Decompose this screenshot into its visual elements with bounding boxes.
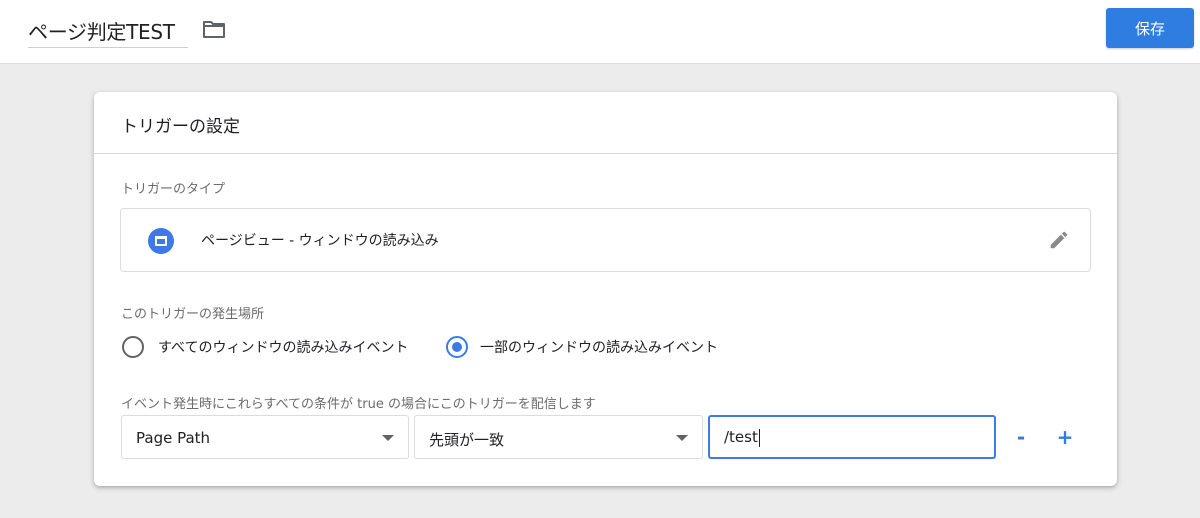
variable-select[interactable]: Page Path: [121, 415, 409, 459]
pencil-icon[interactable]: [1048, 229, 1070, 251]
folder-icon[interactable]: [202, 19, 226, 39]
trigger-type-value: ページビュー - ウィンドウの読み込み: [201, 233, 439, 249]
trigger-type-selector[interactable]: ページビュー - ウィンドウの読み込み: [120, 208, 1091, 272]
radio-label: 一部のウィンドウの読み込みイベント: [480, 340, 718, 356]
card-header: トリガーの設定: [94, 92, 1117, 154]
top-bar: ページ判定TEST 保存: [0, 0, 1200, 64]
condition-value-text: /test: [724, 428, 758, 446]
window-icon: [148, 228, 174, 254]
text-cursor: [758, 428, 760, 447]
card-title: トリガーの設定: [121, 117, 240, 137]
remove-condition-button[interactable]: -: [1008, 423, 1034, 451]
radio-label: すべてのウィンドウの読み込みイベント: [158, 340, 409, 356]
save-button[interactable]: 保存: [1106, 8, 1194, 48]
radio-button[interactable]: [122, 336, 144, 358]
operator-select[interactable]: 先頭が一致: [414, 415, 703, 459]
fire-on-label: このトリガーの発生場所: [121, 307, 265, 322]
trigger-type-label: トリガーのタイプ: [121, 182, 226, 197]
add-condition-button[interactable]: +: [1052, 423, 1078, 451]
page-title[interactable]: ページ判定TEST: [28, 16, 175, 45]
radio-button-selected[interactable]: [446, 336, 468, 358]
trigger-settings-card: トリガーの設定 トリガーのタイプ ページビュー - ウィンドウの読み込み このト…: [94, 92, 1117, 486]
title-field[interactable]: ページ判定TEST: [28, 12, 188, 48]
caret-down-icon: [382, 435, 394, 441]
condition-label: イベント発生時にこれらすべての条件が true の場合にこのトリガーを配信します: [121, 397, 596, 412]
variable-select-value: Page Path: [136, 429, 211, 447]
operator-select-value: 先頭が一致: [429, 431, 505, 449]
condition-value-input[interactable]: /test: [708, 415, 996, 459]
caret-down-icon: [676, 435, 688, 441]
